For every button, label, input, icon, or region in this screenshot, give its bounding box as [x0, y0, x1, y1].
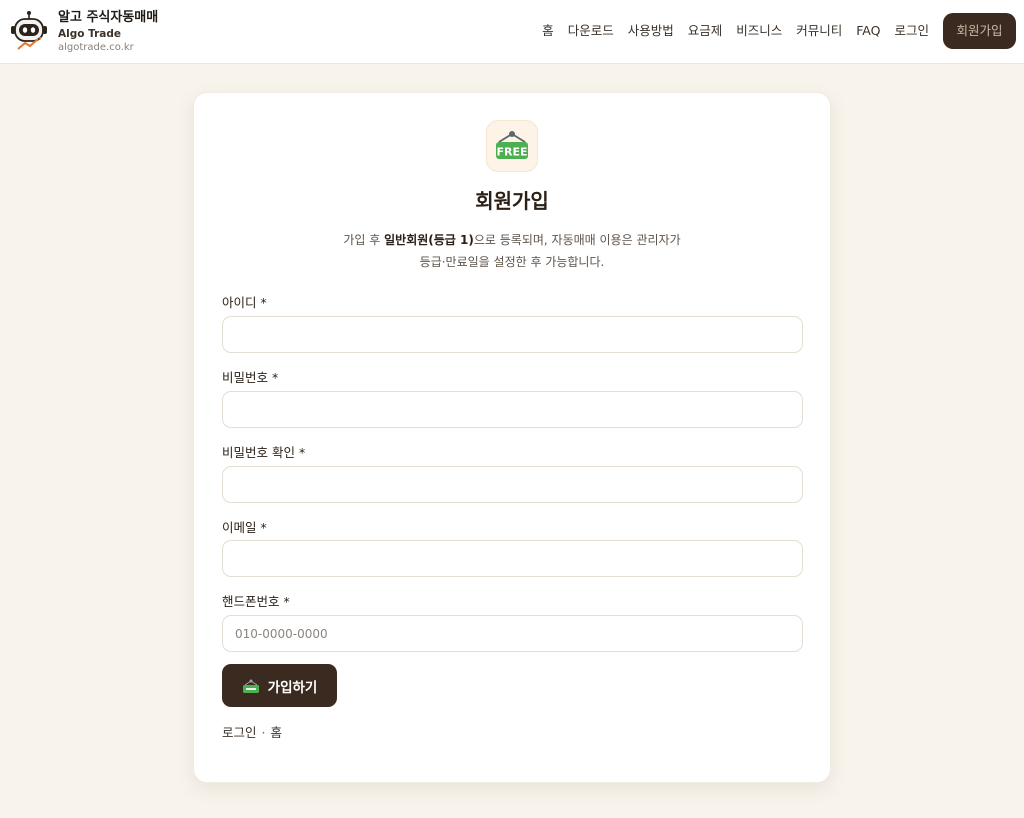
phone-label: 핸드폰번호 *	[222, 594, 290, 609]
password-confirm-input[interactable]	[222, 466, 803, 503]
free-badge: FREE	[486, 120, 538, 172]
page-title: 회원가입	[475, 189, 549, 213]
username-input[interactable]	[222, 316, 803, 353]
nav-download[interactable]: 다운로드	[568, 13, 614, 49]
phone-input[interactable]	[222, 615, 803, 652]
brand-subtitle: Algo Trade	[58, 28, 122, 40]
login-link[interactable]: 로그인	[222, 725, 257, 740]
desc-post: 으로 등록되며, 자동매매 이용은 관리자가	[473, 233, 681, 247]
main-nav: 홈 다운로드 사용방법 요금제 비즈니스 커뮤니티 FAQ 로그인 회원가입	[528, 13, 1016, 49]
nav-signup-button[interactable]: 회원가입	[943, 13, 1016, 49]
signup-description: 가입 후 일반회원(등급 1)으로 등록되며, 자동매매 이용은 관리자가 등급…	[194, 229, 830, 273]
brand-domain: algotrade.co.kr	[58, 42, 134, 53]
nav-login[interactable]: 로그인	[894, 13, 929, 49]
desc-bold: 일반회원(등급 1)	[384, 233, 474, 247]
nav-pricing[interactable]: 요금제	[688, 13, 723, 49]
signup-card: FREE 회원가입 가입 후 일반회원(등급 1)으로 등록되며, 자동매매 이…	[193, 92, 831, 783]
brand-title: 알고 주식자동매매	[58, 10, 159, 25]
password-confirm-label: 비밀번호 확인 *	[222, 445, 306, 460]
brand-logo-link[interactable]: 알고 주식자동매매 Algo Trade algotrade.co.kr	[10, 10, 158, 54]
nav-community[interactable]: 커뮤니티	[796, 13, 842, 49]
submit-label: 가입하기	[267, 679, 318, 696]
top-header: 알고 주식자동매매 Algo Trade algotrade.co.kr 홈 다…	[0, 0, 1024, 64]
password-label: 비밀번호 *	[222, 370, 279, 385]
badge-text: FREE	[496, 146, 527, 159]
password-input[interactable]	[222, 391, 803, 428]
email-input[interactable]	[222, 540, 803, 577]
free-sign-icon	[242, 679, 259, 693]
nav-business[interactable]: 비즈니스	[736, 13, 782, 49]
desc-pre: 가입 후	[343, 233, 385, 247]
nav-home[interactable]: 홈	[542, 13, 554, 49]
nav-how-to-use[interactable]: 사용방법	[628, 13, 674, 49]
desc-line2: 등급·만료일을 설정한 후 가능합니다.	[419, 255, 605, 269]
robot-icon	[11, 11, 47, 50]
email-label: 이메일 *	[222, 520, 267, 535]
footer-links: 로그인 · 홈	[222, 722, 282, 741]
nav-faq[interactable]: FAQ	[856, 13, 880, 49]
free-sign-icon: FREE	[496, 131, 528, 159]
link-separator: ·	[261, 725, 266, 740]
username-label: 아이디 *	[222, 295, 267, 310]
home-link[interactable]: 홈	[271, 725, 283, 740]
signup-submit-button[interactable]: 가입하기	[222, 664, 337, 707]
